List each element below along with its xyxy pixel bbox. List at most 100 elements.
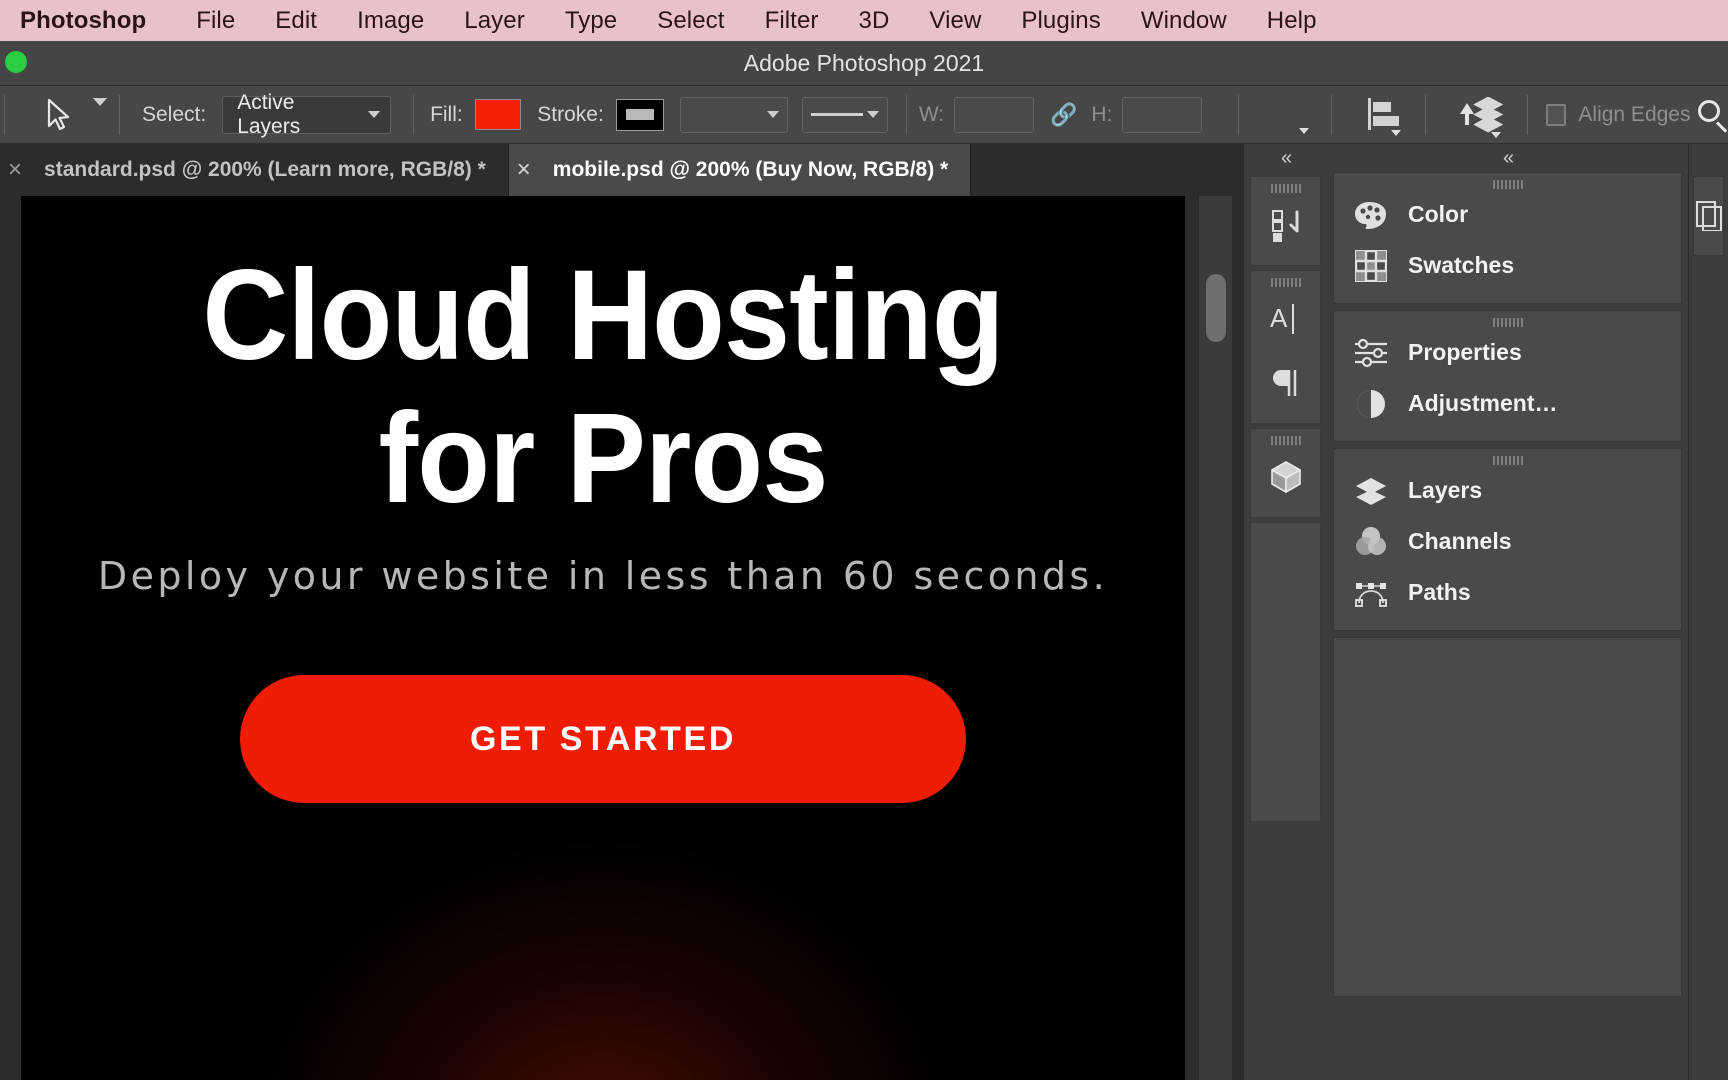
panel-item-paths[interactable]: Paths bbox=[1334, 567, 1681, 618]
menu-item-window[interactable]: Window bbox=[1121, 0, 1247, 41]
height-label: H: bbox=[1091, 102, 1113, 126]
options-divider bbox=[413, 94, 415, 135]
panel-item-swatches[interactable]: Swatches bbox=[1334, 240, 1681, 291]
canvas-subtitle-text: Deploy your website in less than 60 seco… bbox=[97, 554, 1109, 598]
panel-item-label: Layers bbox=[1408, 477, 1483, 503]
stroke-style-dropdown[interactable] bbox=[801, 96, 888, 133]
menu-item-type[interactable]: Type bbox=[545, 0, 637, 41]
chevron-down-icon bbox=[766, 111, 779, 118]
align-edges-checkbox[interactable] bbox=[1545, 103, 1567, 126]
menu-item-photoshop[interactable]: Photoshop bbox=[14, 0, 176, 41]
canvas-headline-text: Cloud Hosting for Pros bbox=[62, 244, 1145, 531]
panel-item-label: Color bbox=[1408, 201, 1469, 227]
panel-grip[interactable] bbox=[1334, 449, 1681, 465]
paragraph-icon[interactable] bbox=[1251, 351, 1320, 415]
rail-group-empty bbox=[1250, 522, 1321, 822]
application-title-bar: Adobe Photoshop 2021 bbox=[0, 41, 1728, 86]
panel-grip[interactable] bbox=[1251, 177, 1320, 193]
panel-item-color[interactable]: Color bbox=[1334, 189, 1681, 240]
menu-item-edit[interactable]: Edit bbox=[255, 0, 337, 41]
panel-item-label: Adjustment… bbox=[1408, 390, 1558, 416]
panel-grip[interactable] bbox=[1334, 311, 1681, 327]
height-input[interactable] bbox=[1122, 96, 1203, 133]
options-divider bbox=[1425, 94, 1427, 135]
paths-bezier-icon bbox=[1354, 576, 1388, 610]
red-glow-decoration bbox=[253, 840, 953, 1080]
panel-group-color: Color Swatches bbox=[1333, 172, 1682, 304]
options-divider bbox=[905, 94, 907, 135]
stroke-width-field[interactable] bbox=[680, 96, 788, 133]
width-label: W: bbox=[918, 102, 945, 126]
character-icon[interactable]: A bbox=[1251, 287, 1320, 351]
panel-empty-area bbox=[1333, 637, 1682, 997]
menu-item-help[interactable]: Help bbox=[1247, 0, 1337, 41]
options-divider bbox=[4, 94, 5, 135]
color-palette-icon bbox=[1354, 198, 1388, 232]
menu-item-image[interactable]: Image bbox=[337, 0, 444, 41]
docked-panel-column: « Color Swatches Properties Adjustment… … bbox=[1327, 144, 1688, 1080]
channels-venn-icon bbox=[1354, 525, 1388, 559]
chevron-down-icon bbox=[866, 111, 879, 118]
stroke-style-preview-icon bbox=[810, 113, 863, 116]
panel-grip[interactable] bbox=[1251, 429, 1320, 445]
panel-grip[interactable] bbox=[1334, 173, 1681, 189]
options-divider bbox=[1238, 94, 1240, 135]
document-tab-bar: × standard.psd @ 200% (Learn more, RGB/8… bbox=[0, 144, 1243, 196]
menu-item-plugins[interactable]: Plugins bbox=[1001, 0, 1120, 41]
application-title: Adobe Photoshop 2021 bbox=[743, 50, 985, 76]
rail-collapse-button[interactable]: « bbox=[1244, 144, 1327, 172]
stroke-label: Stroke: bbox=[537, 102, 604, 126]
swatches-grid-icon bbox=[1354, 249, 1388, 283]
panel-group-layers: Layers Channels Paths bbox=[1333, 448, 1682, 631]
duplicate-document-icon bbox=[1695, 201, 1722, 231]
search-icon[interactable] bbox=[1696, 98, 1728, 133]
3d-cube-icon[interactable] bbox=[1251, 445, 1320, 509]
fill-color-swatch[interactable] bbox=[474, 99, 522, 130]
menu-item-file[interactable]: File bbox=[176, 0, 255, 41]
path-operations-icon[interactable] bbox=[1275, 98, 1309, 134]
stroke-color-swatch[interactable] bbox=[615, 98, 665, 131]
panel-item-label: Channels bbox=[1408, 528, 1512, 554]
panel-grip[interactable] bbox=[1251, 271, 1320, 287]
document-area: Cloud Hosting for Pros Deploy your websi… bbox=[0, 196, 1243, 1080]
rail-group-partial[interactable] bbox=[1693, 176, 1724, 256]
panel-item-adjustments[interactable]: Adjustment… bbox=[1334, 378, 1681, 429]
canvas-get-started-button[interactable]: GET STARTED bbox=[240, 675, 966, 803]
document-tab-mobile[interactable]: × mobile.psd @ 200% (Buy Now, RGB/8) * bbox=[508, 144, 972, 196]
menu-item-select[interactable]: Select bbox=[637, 0, 744, 41]
properties-sliders-icon bbox=[1354, 336, 1388, 370]
menu-item-view[interactable]: View bbox=[909, 0, 1001, 41]
path-arrangement-icon[interactable] bbox=[1460, 95, 1505, 138]
menu-item-3d[interactable]: 3D bbox=[839, 0, 910, 41]
close-icon[interactable]: × bbox=[517, 156, 531, 184]
scrollbar-thumb[interactable] bbox=[1206, 274, 1226, 342]
align-edges-label: Align Edges bbox=[1578, 102, 1691, 126]
panel-item-channels[interactable]: Channels bbox=[1334, 516, 1681, 567]
panel-item-properties[interactable]: Properties bbox=[1334, 327, 1681, 378]
fill-label: Fill: bbox=[430, 102, 463, 126]
rail-group-3d bbox=[1250, 428, 1321, 518]
document-tab-label: mobile.psd @ 200% (Buy Now, RGB/8) * bbox=[552, 158, 949, 181]
headline-line-2: for Pros bbox=[378, 387, 829, 531]
width-input[interactable] bbox=[954, 96, 1034, 133]
path-alignment-icon[interactable] bbox=[1366, 97, 1402, 136]
options-divider bbox=[1330, 94, 1332, 135]
close-icon[interactable]: × bbox=[8, 156, 22, 184]
menu-item-layer[interactable]: Layer bbox=[444, 0, 545, 41]
tool-preset-chevron-down-icon[interactable] bbox=[93, 97, 107, 124]
select-mode-dropdown[interactable]: Active Layers bbox=[222, 91, 392, 138]
document-tab-standard[interactable]: × standard.psd @ 200% (Learn more, RGB/8… bbox=[0, 144, 509, 196]
panel-item-label: Swatches bbox=[1408, 252, 1515, 278]
tool-options-bar: Select: Active Layers Fill: Stroke: W: 🔗… bbox=[0, 86, 1728, 144]
panel-item-label: Paths bbox=[1408, 579, 1471, 605]
cta-label: GET STARTED bbox=[470, 719, 736, 758]
canvas-artboard[interactable]: Cloud Hosting for Pros Deploy your websi… bbox=[21, 196, 1185, 1080]
panel-item-layers[interactable]: Layers bbox=[1334, 465, 1681, 516]
select-label: Select: bbox=[142, 102, 207, 126]
canvas-vertical-scrollbar[interactable] bbox=[1198, 196, 1232, 1080]
link-chain-icon[interactable]: 🔗 bbox=[1050, 102, 1077, 128]
move-tool-icon[interactable] bbox=[43, 98, 73, 132]
panels-collapse-button[interactable]: « bbox=[1327, 144, 1688, 172]
history-icon[interactable] bbox=[1251, 193, 1320, 257]
menu-item-filter[interactable]: Filter bbox=[745, 0, 839, 41]
